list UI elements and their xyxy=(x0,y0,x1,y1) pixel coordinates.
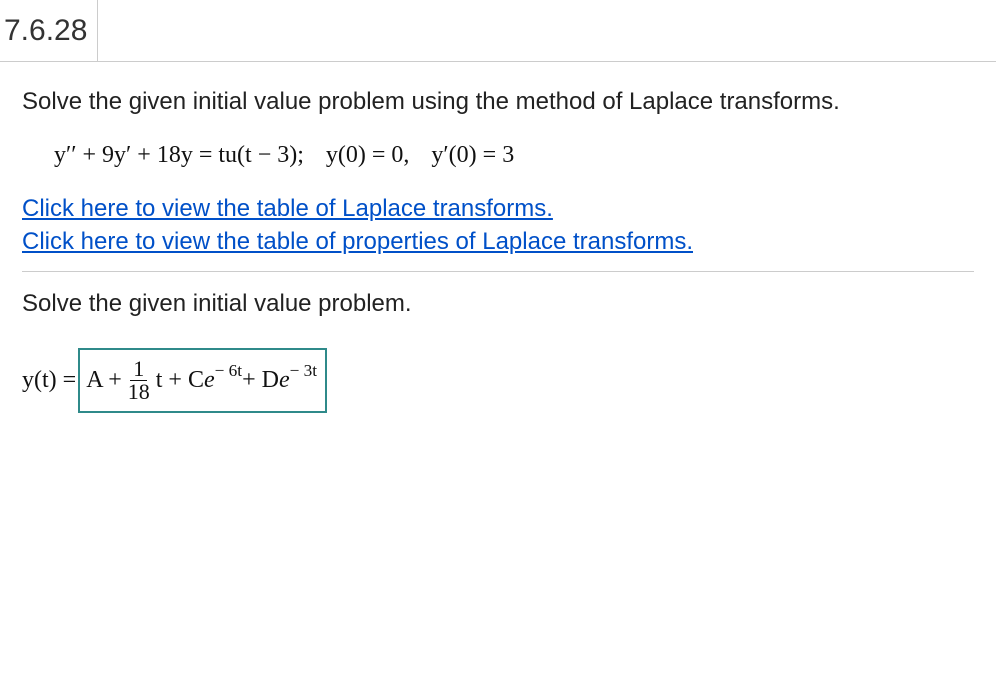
divider xyxy=(22,271,974,272)
header-bar: 7.6.28 xyxy=(0,0,996,62)
content-area: Solve the given initial value problem us… xyxy=(0,62,996,413)
links-block: Click here to view the table of Laplace … xyxy=(22,193,974,257)
answer-prefix: y(t) = xyxy=(22,367,76,394)
answer-row: y(t) = A + 1 18 t + C e − 6t + D e − 3t xyxy=(22,348,974,413)
problem-statement: Solve the given initial value problem us… xyxy=(22,88,974,116)
ic2-rest: (0) = 3 xyxy=(449,142,515,168)
ode-y-prime: y′ xyxy=(114,142,131,168)
solve-prompt: Solve the given initial value problem. xyxy=(22,290,974,318)
fraction-numerator: 1 xyxy=(130,358,147,381)
answer-plus-D: + D xyxy=(242,367,279,394)
e1-exponent: − 6t xyxy=(215,361,242,381)
answer-part-t-plus-C: t + C xyxy=(156,367,204,394)
ode-rest: + 18y = tu(t − 3); xyxy=(131,142,304,168)
answer-input-box[interactable]: A + 1 18 t + C e − 6t + D e − 3t xyxy=(78,348,327,413)
fraction-denominator: 18 xyxy=(125,381,153,403)
answer-part-A: A + xyxy=(86,367,122,394)
e2-exponent: − 3t xyxy=(290,361,317,381)
ode-y-double-prime: y′′ xyxy=(54,142,77,168)
problem-number: 7.6.28 xyxy=(0,0,98,61)
ic1: y(0) = 0, xyxy=(326,142,410,168)
laplace-table-link[interactable]: Click here to view the table of Laplace … xyxy=(22,193,974,224)
e1-base: e xyxy=(204,367,215,394)
ic2-yprime: y′ xyxy=(431,142,448,168)
e2-base: e xyxy=(279,367,290,394)
fraction-1-18: 1 18 xyxy=(125,358,153,403)
equation-row: y′′ + 9y′ + 18y = tu(t − 3);y(0) = 0,y′(… xyxy=(54,142,974,169)
ode-plus-9: + 9 xyxy=(77,142,115,168)
laplace-properties-link[interactable]: Click here to view the table of properti… xyxy=(22,226,974,257)
